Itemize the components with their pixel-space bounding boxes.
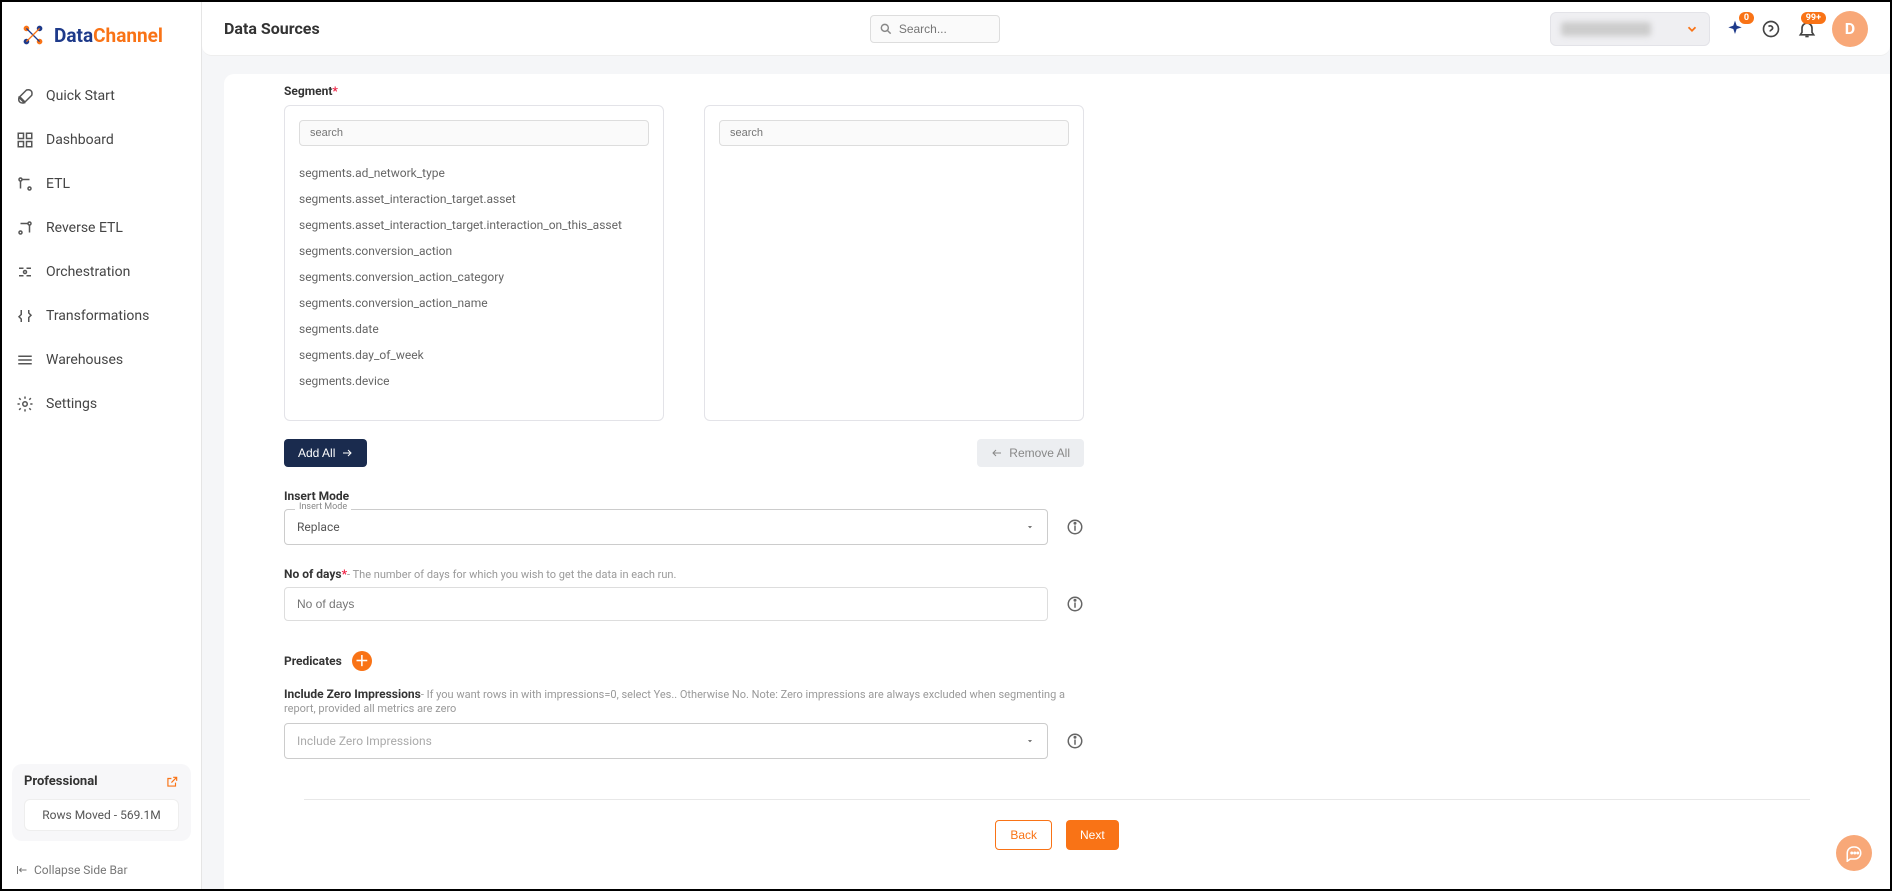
sidebar-item-quick-start[interactable]: Quick Start — [2, 74, 201, 118]
help-button[interactable] — [1760, 18, 1782, 40]
sparkle-button[interactable]: 0 — [1724, 18, 1746, 40]
segment-item[interactable]: segments.asset_interaction_target.intera… — [285, 212, 663, 238]
sidebar-item-label: Transformations — [46, 308, 149, 324]
content-scroll[interactable]: Segment* segments.ad_network_type segmen… — [202, 56, 1890, 889]
dashboard-icon — [16, 131, 34, 149]
etl-icon — [16, 175, 34, 193]
sidebar-item-label: ETL — [46, 176, 70, 192]
sidebar-item-dashboard[interactable]: Dashboard — [2, 118, 201, 162]
include-zero-select[interactable]: Include Zero Impressions — [284, 723, 1048, 759]
sidebar-item-label: Reverse ETL — [46, 220, 123, 236]
main: Data Sources 0 — [202, 2, 1890, 889]
segment-selected-body[interactable] — [705, 160, 1083, 420]
page-title: Data Sources — [224, 19, 320, 38]
reverse-etl-icon — [16, 219, 34, 237]
info-icon[interactable] — [1066, 518, 1084, 536]
segment-item[interactable]: segments.asset_interaction_target.asset — [285, 186, 663, 212]
segment-item[interactable]: segments.date — [285, 316, 663, 342]
sidebar-item-reverse-etl[interactable]: Reverse ETL — [2, 206, 201, 250]
predicates-label: Predicates — [284, 654, 342, 668]
global-search-input[interactable] — [899, 22, 979, 36]
plan-box: Professional Rows Moved - 569.1M — [12, 764, 191, 841]
notifications-badge: 99+ — [1801, 12, 1826, 24]
sparkle-badge: 0 — [1739, 12, 1754, 24]
sidebar: DataChannel Quick Start Dashboard ETL Re… — [2, 2, 202, 889]
segment-selected-search[interactable] — [719, 120, 1069, 146]
segment-label: Segment* — [284, 84, 338, 98]
search-icon — [879, 22, 893, 36]
workspace-selector[interactable] — [1550, 12, 1710, 46]
warehouse-icon — [16, 351, 34, 369]
add-predicate-button[interactable]: ＋ — [352, 651, 372, 671]
chevron-down-icon — [1685, 22, 1699, 36]
logo-text: DataChannel — [54, 24, 163, 47]
form-panel: Segment* segments.ad_network_type segmen… — [224, 74, 1890, 889]
orchestration-icon — [16, 263, 34, 281]
sidebar-item-label: Orchestration — [46, 264, 130, 280]
arrow-right-icon — [341, 447, 353, 459]
segment-available-list: segments.ad_network_type segments.asset_… — [284, 105, 664, 421]
global-search[interactable] — [870, 15, 1000, 43]
arrow-left-icon — [991, 447, 1003, 459]
rocket-icon — [16, 87, 34, 105]
remove-all-button[interactable]: Remove All — [977, 439, 1084, 467]
add-all-button[interactable]: Add All — [284, 439, 367, 467]
segment-item[interactable]: segments.conversion_action_name — [285, 290, 663, 316]
segment-item[interactable]: segments.ad_network_type — [285, 160, 663, 186]
segment-item[interactable]: segments.day_of_week — [285, 342, 663, 368]
chevron-down-icon — [1025, 522, 1035, 532]
plan-rows-moved: Rows Moved - 569.1M — [24, 799, 179, 831]
collapse-icon — [16, 864, 28, 876]
nav: Quick Start Dashboard ETL Reverse ETL Or… — [2, 68, 201, 754]
segment-selected-list — [704, 105, 1084, 421]
include-zero-label: Include Zero Impressions- If you want ro… — [284, 687, 1084, 715]
segment-item[interactable]: segments.conversion_action — [285, 238, 663, 264]
sidebar-item-label: Quick Start — [46, 88, 115, 104]
info-icon[interactable] — [1066, 732, 1084, 750]
sidebar-item-warehouses[interactable]: Warehouses — [2, 338, 201, 382]
collapse-sidebar[interactable]: Collapse Side Bar — [2, 851, 201, 889]
transformations-icon — [16, 307, 34, 325]
notifications-button[interactable]: 99+ — [1796, 18, 1818, 40]
back-button[interactable]: Back — [995, 820, 1052, 850]
logo: DataChannel — [2, 2, 201, 68]
plan-title: Professional — [24, 774, 98, 789]
divider — [304, 799, 1810, 800]
info-icon[interactable] — [1066, 595, 1084, 613]
topbar: Data Sources 0 — [202, 2, 1890, 56]
sidebar-item-transformations[interactable]: Transformations — [2, 294, 201, 338]
insert-mode-label: Insert Mode — [284, 489, 1084, 503]
segment-item[interactable]: segments.device — [285, 368, 663, 394]
segment-available-body[interactable]: segments.ad_network_type segments.asset_… — [285, 160, 663, 420]
no-of-days-label: No of days*- The number of days for whic… — [284, 567, 1084, 581]
avatar[interactable]: D — [1832, 11, 1868, 47]
segment-available-search[interactable] — [299, 120, 649, 146]
chevron-down-icon — [1025, 736, 1035, 746]
sidebar-item-orchestration[interactable]: Orchestration — [2, 250, 201, 294]
workspace-name-redacted — [1561, 22, 1651, 36]
no-of-days-input[interactable] — [284, 587, 1048, 621]
insert-mode-select[interactable]: Insert Mode Replace — [284, 509, 1048, 545]
chat-button[interactable] — [1836, 835, 1872, 871]
external-link-icon[interactable] — [165, 775, 179, 789]
logo-icon — [18, 20, 48, 50]
sidebar-item-etl[interactable]: ETL — [2, 162, 201, 206]
sidebar-item-label: Dashboard — [46, 132, 114, 148]
sidebar-item-settings[interactable]: Settings — [2, 382, 201, 426]
next-button[interactable]: Next — [1066, 820, 1119, 850]
sidebar-item-label: Warehouses — [46, 352, 123, 368]
gear-icon — [16, 395, 34, 413]
segment-item[interactable]: segments.conversion_action_category — [285, 264, 663, 290]
sidebar-item-label: Settings — [46, 396, 97, 412]
